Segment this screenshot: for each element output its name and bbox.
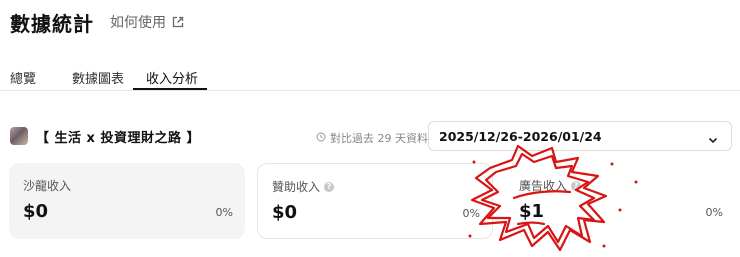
card-percent: 0% bbox=[215, 206, 233, 219]
card-label: 沙龍收入 bbox=[23, 177, 71, 194]
date-range-value: 2025/12/26-2026/01/24 bbox=[439, 129, 602, 144]
how-to-use-link[interactable]: 如何使用 bbox=[110, 12, 184, 32]
avatar bbox=[10, 127, 28, 145]
tab-charts[interactable]: 數據圖表 bbox=[72, 68, 124, 87]
tab-revenue-analysis[interactable]: 收入分析 bbox=[146, 68, 198, 87]
clock-icon bbox=[316, 132, 326, 145]
tab-overview[interactable]: 總覽 bbox=[10, 68, 36, 87]
card-amount: $0 bbox=[23, 201, 49, 222]
card-label-text: 贊助收入 bbox=[272, 180, 321, 194]
channel-name: 【 生活 x 投資理財之路 】 bbox=[36, 131, 200, 146]
card-label: 廣告收入 ? bbox=[519, 177, 582, 194]
help-icon[interactable]: ? bbox=[571, 180, 582, 191]
card-label-text: 沙龍收入 bbox=[23, 179, 72, 193]
date-range-select[interactable]: 2025/12/26-2026/01/24 bbox=[428, 121, 732, 151]
card-percent: 0% bbox=[462, 207, 480, 220]
card-label: 贊助收入 ? bbox=[272, 178, 335, 195]
card-percent: 0% bbox=[705, 206, 723, 219]
how-to-use-label: 如何使用 bbox=[110, 15, 166, 31]
help-icon[interactable]: ? bbox=[324, 181, 335, 192]
salon-revenue-card: 沙龍收入 $0 0% bbox=[9, 163, 245, 239]
sponsor-revenue-card: 贊助收入 ? $0 0% bbox=[257, 163, 493, 239]
chevron-down-icon bbox=[707, 131, 719, 150]
tab-bar: 總覽 數據圖表 收入分析 bbox=[0, 62, 740, 91]
active-tab-indicator bbox=[133, 88, 207, 90]
page-title: 數據統計 bbox=[10, 12, 94, 36]
ad-revenue-card: 廣告收入 ? $1 0% bbox=[505, 163, 735, 239]
card-label-text: 廣告收入 bbox=[519, 179, 568, 193]
compare-period-text: 對比過去 29 天資料 bbox=[330, 132, 428, 145]
compare-period-note: 對比過去 29 天資料 bbox=[316, 130, 428, 146]
card-amount: $1 bbox=[519, 201, 545, 222]
external-link-icon bbox=[172, 16, 184, 28]
card-amount: $0 bbox=[272, 202, 298, 223]
